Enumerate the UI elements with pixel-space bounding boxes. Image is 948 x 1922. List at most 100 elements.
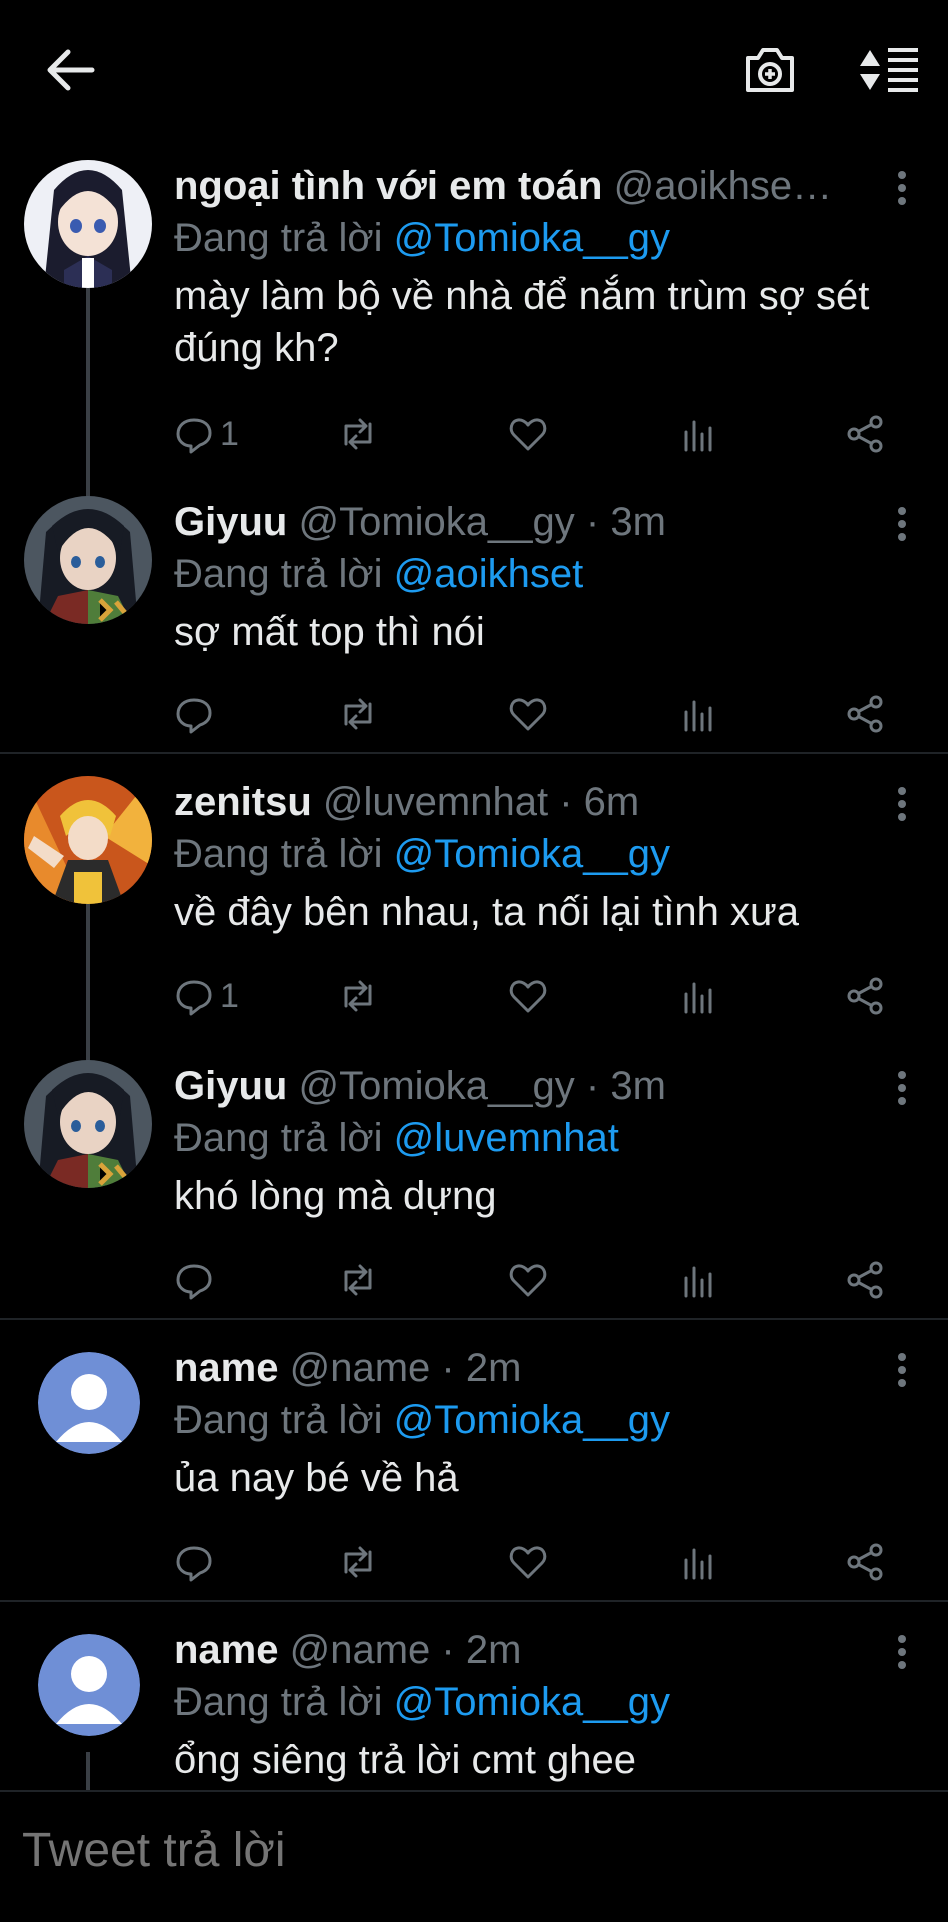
share-button[interactable] <box>846 1258 886 1302</box>
mention-link[interactable]: @Tomioka__gy <box>394 1398 670 1442</box>
default-avatar[interactable] <box>38 1634 140 1736</box>
tweet-header: name @name · 2m <box>174 1342 864 1394</box>
tweet-actions <box>174 1258 894 1302</box>
tweet-actions: 1 <box>174 974 894 1018</box>
retweet-icon <box>344 980 372 1012</box>
timestamp[interactable]: · 2m <box>441 1346 521 1390</box>
retweet-icon <box>344 698 372 730</box>
retweet-icon <box>344 1546 372 1578</box>
display-name[interactable]: name <box>174 1628 279 1672</box>
more-icon[interactable] <box>896 170 908 206</box>
default-avatar[interactable] <box>38 1352 140 1454</box>
like-button[interactable] <box>508 1258 548 1302</box>
mention-link[interactable]: @luvemnhat <box>394 1116 619 1160</box>
tweet-text: sợ mất top thì nói <box>174 610 485 654</box>
reply-button[interactable] <box>174 1540 220 1584</box>
timestamp[interactable]: · 6m <box>559 780 639 824</box>
analytics-button[interactable] <box>678 1540 718 1584</box>
tweet-header: Giyuu @Tomioka__gy · 3m <box>174 496 864 548</box>
share-icon <box>847 977 883 1015</box>
like-icon <box>509 698 547 731</box>
divider <box>0 1600 948 1602</box>
more-icon[interactable] <box>896 1634 908 1670</box>
retweet-icon <box>344 1264 372 1296</box>
reply-prefix: Đang trả lời <box>174 1116 383 1160</box>
reply-icon <box>176 1264 212 1300</box>
reply-prefix: Đang trả lời <box>174 832 383 876</box>
reply-button[interactable]: 1 <box>174 974 239 1018</box>
retweet-button[interactable] <box>338 412 378 456</box>
mention-link[interactable]: @Tomioka__gy <box>394 832 670 876</box>
replying-to: Đang trả lời @Tomioka__gy <box>174 1676 908 1728</box>
like-button[interactable] <box>508 974 548 1018</box>
tweet-text: ổng siêng trả lời cmt ghee <box>174 1738 637 1782</box>
more-icon[interactable] <box>896 506 908 542</box>
analytics-button[interactable] <box>678 412 718 456</box>
reply-prefix: Đang trả lời <box>174 1680 383 1724</box>
display-name[interactable]: name <box>174 1346 279 1390</box>
tweet-text: ủa nay bé về hả <box>174 1456 459 1500</box>
more-icon[interactable] <box>896 786 908 822</box>
handle[interactable]: @luvemnhat <box>323 780 548 824</box>
retweet-button[interactable] <box>338 1540 378 1584</box>
display-name[interactable]: ngoại tình với em toán <box>174 164 602 208</box>
handle[interactable]: @name <box>290 1628 431 1672</box>
handle[interactable]: @aoikhse… <box>614 164 832 208</box>
reply-icon <box>176 698 212 734</box>
divider <box>0 752 948 754</box>
like-icon <box>509 1264 547 1297</box>
reply-icon <box>176 980 212 1016</box>
retweet-icon <box>344 418 372 450</box>
timestamp[interactable]: · 2m <box>441 1628 521 1672</box>
share-icon <box>847 415 883 453</box>
tweet-text: mày làm bộ về nhà để nắm trùm sợ sét đún… <box>174 274 870 370</box>
handle[interactable]: @Tomioka__gy <box>298 500 574 544</box>
more-icon[interactable] <box>896 1070 908 1106</box>
share-button[interactable] <box>846 1540 886 1584</box>
handle[interactable]: @Tomioka__gy <box>298 1064 574 1108</box>
display-name[interactable]: Giyuu <box>174 1064 287 1108</box>
zenitsu-avatar[interactable] <box>24 776 152 904</box>
reply-button[interactable] <box>174 692 220 736</box>
retweet-button[interactable] <box>338 692 378 736</box>
timestamp[interactable]: · 3m <box>586 1064 666 1108</box>
reply-input[interactable] <box>20 1822 904 1879</box>
share-button[interactable] <box>846 692 886 736</box>
mention-link[interactable]: @aoikhset <box>394 552 584 596</box>
share-button[interactable] <box>846 974 886 1018</box>
mention-link[interactable]: @Tomioka__gy <box>394 1680 670 1724</box>
display-name[interactable]: zenitsu <box>174 780 312 824</box>
replying-to: Đang trả lời @aoikhset <box>174 548 908 600</box>
share-icon <box>847 1261 883 1299</box>
tweet-actions <box>174 692 894 736</box>
like-icon <box>509 418 547 451</box>
tweet-header: ngoại tình với em toán @aoikhse… <box>174 160 864 212</box>
display-name[interactable]: Giyuu <box>174 500 287 544</box>
like-button[interactable] <box>508 1540 548 1584</box>
retweet-button[interactable] <box>338 974 378 1018</box>
more-icon[interactable] <box>896 1352 908 1388</box>
handle[interactable]: @name <box>290 1346 431 1390</box>
share-button[interactable] <box>846 412 886 456</box>
giyuu-avatar[interactable] <box>24 1060 152 1188</box>
reply-button[interactable] <box>174 1258 220 1302</box>
analytics-icon <box>684 1266 712 1298</box>
analytics-button[interactable] <box>678 974 718 1018</box>
camera-plus-icon[interactable] <box>742 44 798 96</box>
reply-count: 1 <box>220 414 239 453</box>
like-button[interactable] <box>508 692 548 736</box>
retweet-button[interactable] <box>338 1258 378 1302</box>
anime-girl-avatar[interactable] <box>24 160 152 288</box>
like-icon <box>509 1546 547 1579</box>
like-icon <box>509 980 547 1013</box>
tweet-text: về đây bên nhau, ta nối lại tình xưa <box>174 890 799 934</box>
mention-link[interactable]: @Tomioka__gy <box>394 216 670 260</box>
back-arrow-icon[interactable] <box>44 48 96 92</box>
analytics-button[interactable] <box>678 1258 718 1302</box>
giyuu-avatar[interactable] <box>24 496 152 624</box>
reply-button[interactable]: 1 <box>174 412 239 456</box>
like-button[interactable] <box>508 412 548 456</box>
analytics-button[interactable] <box>678 692 718 736</box>
sort-icon[interactable] <box>856 44 920 96</box>
timestamp[interactable]: · 3m <box>586 500 666 544</box>
